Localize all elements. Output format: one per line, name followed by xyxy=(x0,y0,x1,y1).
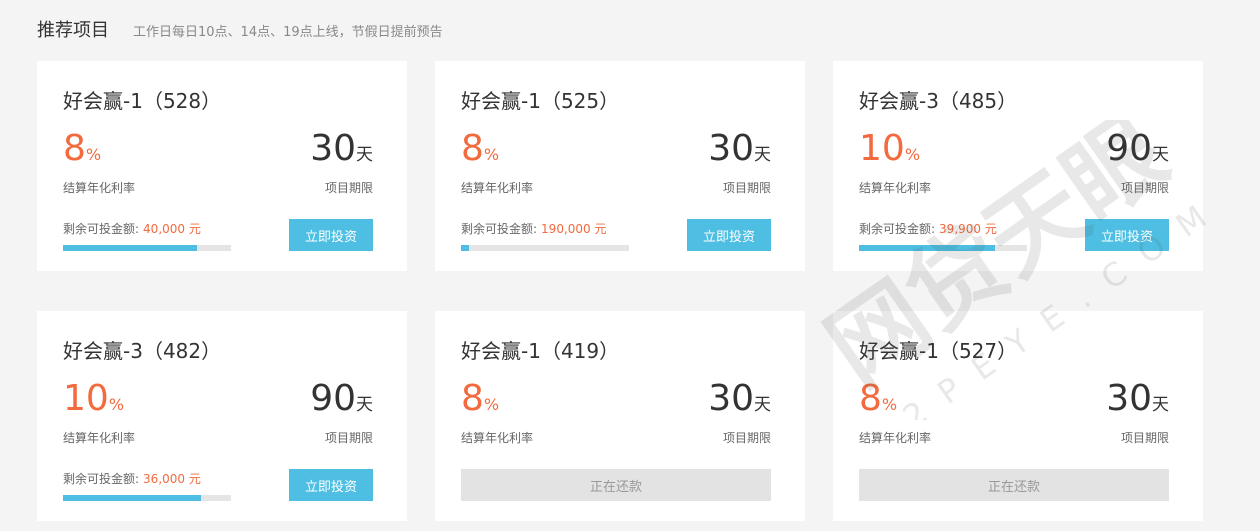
project-term-label: 项目期限 xyxy=(1120,181,1169,195)
project-title[interactable]: 好会赢-3（482） xyxy=(63,335,221,364)
progress-fill xyxy=(63,495,201,501)
project-term-label: 项目期限 xyxy=(722,431,771,445)
annual-rate: 10% xyxy=(63,378,125,419)
repaying-status-button: 正在还款 xyxy=(461,469,771,501)
annual-rate-label: 结算年化利率 xyxy=(859,431,932,445)
project-title[interactable]: 好会赢-1（527） xyxy=(859,335,1017,364)
project-term: 30天 xyxy=(1106,378,1169,419)
invest-button[interactable]: 立即投资 xyxy=(1085,219,1169,251)
annual-rate-label: 结算年化利率 xyxy=(859,181,932,195)
annual-rate-label: 结算年化利率 xyxy=(63,181,136,195)
project-card: 好会赢-3（485） 10% 结算年化利率 90天 项目期限 剩余可投金额: 39… xyxy=(833,61,1203,271)
project-card: 好会赢-1（419） 8% 结算年化利率 30天 项目期限 正在还款 xyxy=(435,311,805,521)
project-term: 30天 xyxy=(310,128,373,169)
progress-fill xyxy=(63,245,198,251)
annual-rate: 8% xyxy=(461,128,500,169)
annual-rate: 8% xyxy=(859,378,898,419)
project-card: 好会赢-1（525） 8% 结算年化利率 30天 项目期限 剩余可投金额: 190… xyxy=(435,61,805,271)
project-term: 90天 xyxy=(310,378,373,419)
project-term-label: 项目期限 xyxy=(324,181,373,195)
invest-button[interactable]: 立即投资 xyxy=(289,219,373,251)
project-term: 30天 xyxy=(708,378,771,419)
annual-rate: 8% xyxy=(461,378,500,419)
repaying-status-button: 正在还款 xyxy=(859,469,1169,501)
progress-fill xyxy=(859,245,996,251)
invest-button[interactable]: 立即投资 xyxy=(687,219,771,251)
project-term: 30天 xyxy=(708,128,771,169)
project-title[interactable]: 好会赢-3（485） xyxy=(859,85,1017,114)
project-title[interactable]: 好会赢-1（525） xyxy=(461,85,619,114)
section-header: 推荐项目 工作日每日10点、14点、19点上线，节假日提前预告 xyxy=(37,16,443,42)
project-card: 好会赢-1（527） 8% 结算年化利率 30天 项目期限 正在还款 xyxy=(833,311,1203,521)
project-title[interactable]: 好会赢-1（528） xyxy=(63,85,221,114)
project-term-label: 项目期限 xyxy=(324,431,373,445)
annual-rate-label: 结算年化利率 xyxy=(461,431,534,445)
annual-rate-label: 结算年化利率 xyxy=(461,181,534,195)
progress-bar xyxy=(63,245,231,251)
section-title: 推荐项目 xyxy=(37,20,109,41)
project-term: 90天 xyxy=(1106,128,1169,169)
project-card: 好会赢-1（528） 8% 结算年化利率 30天 项目期限 剩余可投金额: 40,… xyxy=(37,61,407,271)
progress-bar xyxy=(859,245,1027,251)
remaining-amount: 剩余可投金额: 40,000 元 xyxy=(63,222,201,236)
project-term-label: 项目期限 xyxy=(1120,431,1169,445)
remaining-amount: 剩余可投金额: 190,000 元 xyxy=(461,222,607,236)
remaining-amount: 剩余可投金额: 39,900 元 xyxy=(859,222,997,236)
remaining-amount: 剩余可投金额: 36,000 元 xyxy=(63,472,201,486)
invest-button[interactable]: 立即投资 xyxy=(289,469,373,501)
project-title[interactable]: 好会赢-1（419） xyxy=(461,335,619,364)
project-card: 好会赢-3（482） 10% 结算年化利率 90天 项目期限 剩余可投金额: 36… xyxy=(37,311,407,521)
annual-rate-label: 结算年化利率 xyxy=(63,431,136,445)
section-subtitle: 工作日每日10点、14点、19点上线，节假日提前预告 xyxy=(133,25,443,40)
project-term-label: 项目期限 xyxy=(722,181,771,195)
annual-rate: 10% xyxy=(859,128,921,169)
annual-rate: 8% xyxy=(63,128,102,169)
progress-bar xyxy=(63,495,231,501)
progress-bar xyxy=(461,245,629,251)
progress-fill xyxy=(461,245,470,251)
